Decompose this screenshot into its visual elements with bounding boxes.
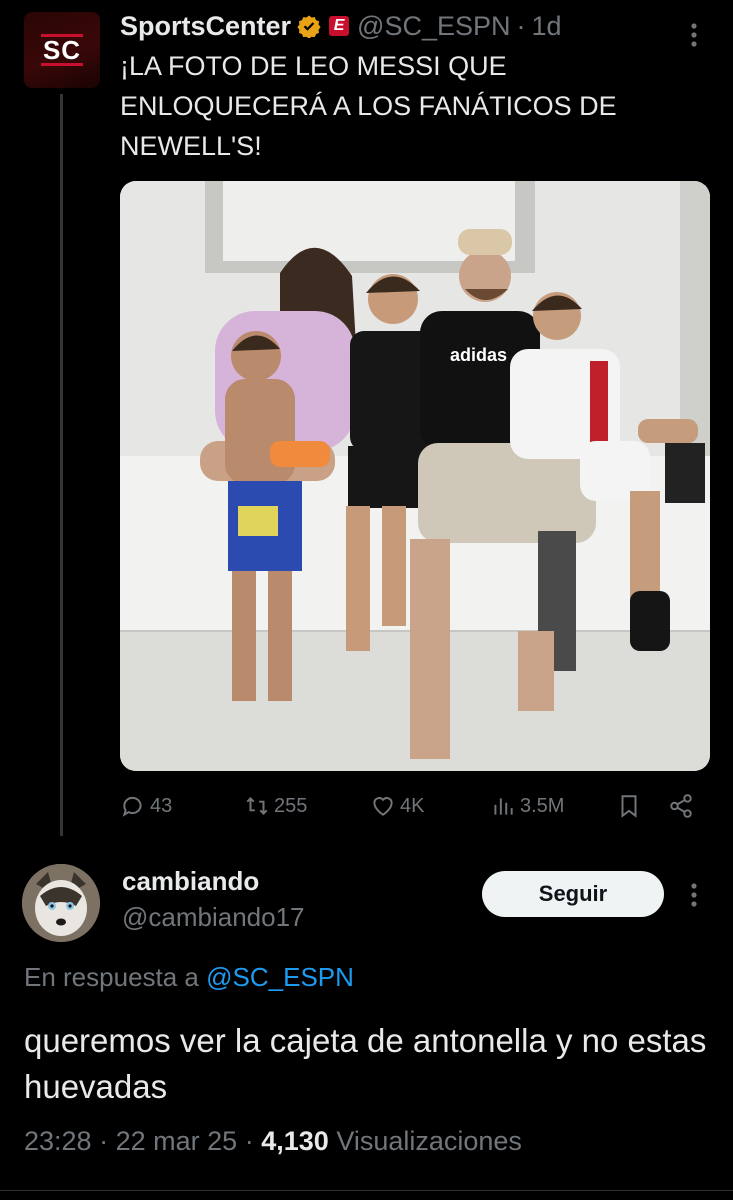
tweet-photo[interactable]: adidas <box>120 181 710 771</box>
reply-views-label: Visualizaciones <box>336 1126 522 1156</box>
reply-views-count: 4,130 <box>261 1126 329 1156</box>
reply-action[interactable]: 43 <box>120 790 172 822</box>
reply-to-line: En respuesta a @SC_ESPN <box>24 962 354 993</box>
header-separator: · <box>516 10 526 41</box>
husky-avatar-image <box>22 864 100 942</box>
espn-affiliate-icon: E <box>329 16 350 36</box>
reply-date[interactable]: 22 mar 25 <box>116 1126 238 1156</box>
retweet-count: 255 <box>274 794 308 817</box>
tweet-age[interactable]: 1d <box>532 11 562 42</box>
reply-display-name[interactable]: cambiando <box>122 866 259 897</box>
views-action[interactable]: 3.5M <box>490 790 564 822</box>
reply-handle[interactable]: @cambiando17 <box>122 902 305 933</box>
sportscenter-avatar[interactable]: SC <box>24 12 100 88</box>
reply-metadata: 23:28 · 22 mar 25 · 4,130 Visualizacione… <box>24 1126 522 1157</box>
reply-icon <box>122 796 142 817</box>
retweet-action[interactable]: 255 <box>244 790 307 822</box>
parent-tweet-header: SportsCenter E @SC_ESPN · 1d <box>120 8 562 44</box>
reply-to-mention-link[interactable]: @SC_ESPN <box>206 962 354 992</box>
more-options-icon[interactable] <box>690 22 698 48</box>
reply-tweet-text: queremos ver la cajeta de antonella y no… <box>24 1022 707 1105</box>
svg-text:adidas: adidas <box>450 345 507 365</box>
reply-count: 43 <box>150 794 173 817</box>
meta-separator-1: · <box>99 1126 109 1156</box>
meta-separator-2: · <box>244 1126 254 1156</box>
like-count: 4K <box>400 794 425 817</box>
verified-badge-icon <box>297 15 321 38</box>
heart-icon <box>373 797 393 816</box>
thread-connector-line <box>60 94 63 836</box>
parent-tweet-text: ¡LA FOTO DE LEO MESSI QUE ENLOQUECERÁ A … <box>120 51 617 161</box>
avatar-logo-text: SC <box>40 34 84 66</box>
retweet-icon <box>246 797 268 815</box>
family-photo-image: adidas <box>120 181 710 771</box>
share-icon <box>670 794 692 818</box>
reply-more-options-icon[interactable] <box>690 882 698 908</box>
parent-display-name[interactable]: SportsCenter <box>120 11 291 42</box>
views-chart-icon <box>494 798 513 815</box>
views-count: 3.5M <box>520 794 565 817</box>
reply-time[interactable]: 23:28 <box>24 1126 92 1156</box>
parent-handle[interactable]: @SC_ESPN <box>357 11 510 42</box>
bookmark-action[interactable] <box>616 790 646 822</box>
bottom-divider <box>0 1190 733 1191</box>
share-action[interactable] <box>668 790 698 822</box>
follow-button[interactable]: Seguir <box>482 871 664 917</box>
reply-to-prefix: En respuesta a <box>24 962 199 992</box>
bookmark-icon <box>621 795 637 818</box>
reply-avatar[interactable] <box>22 864 100 942</box>
like-action[interactable]: 4K <box>370 790 424 822</box>
